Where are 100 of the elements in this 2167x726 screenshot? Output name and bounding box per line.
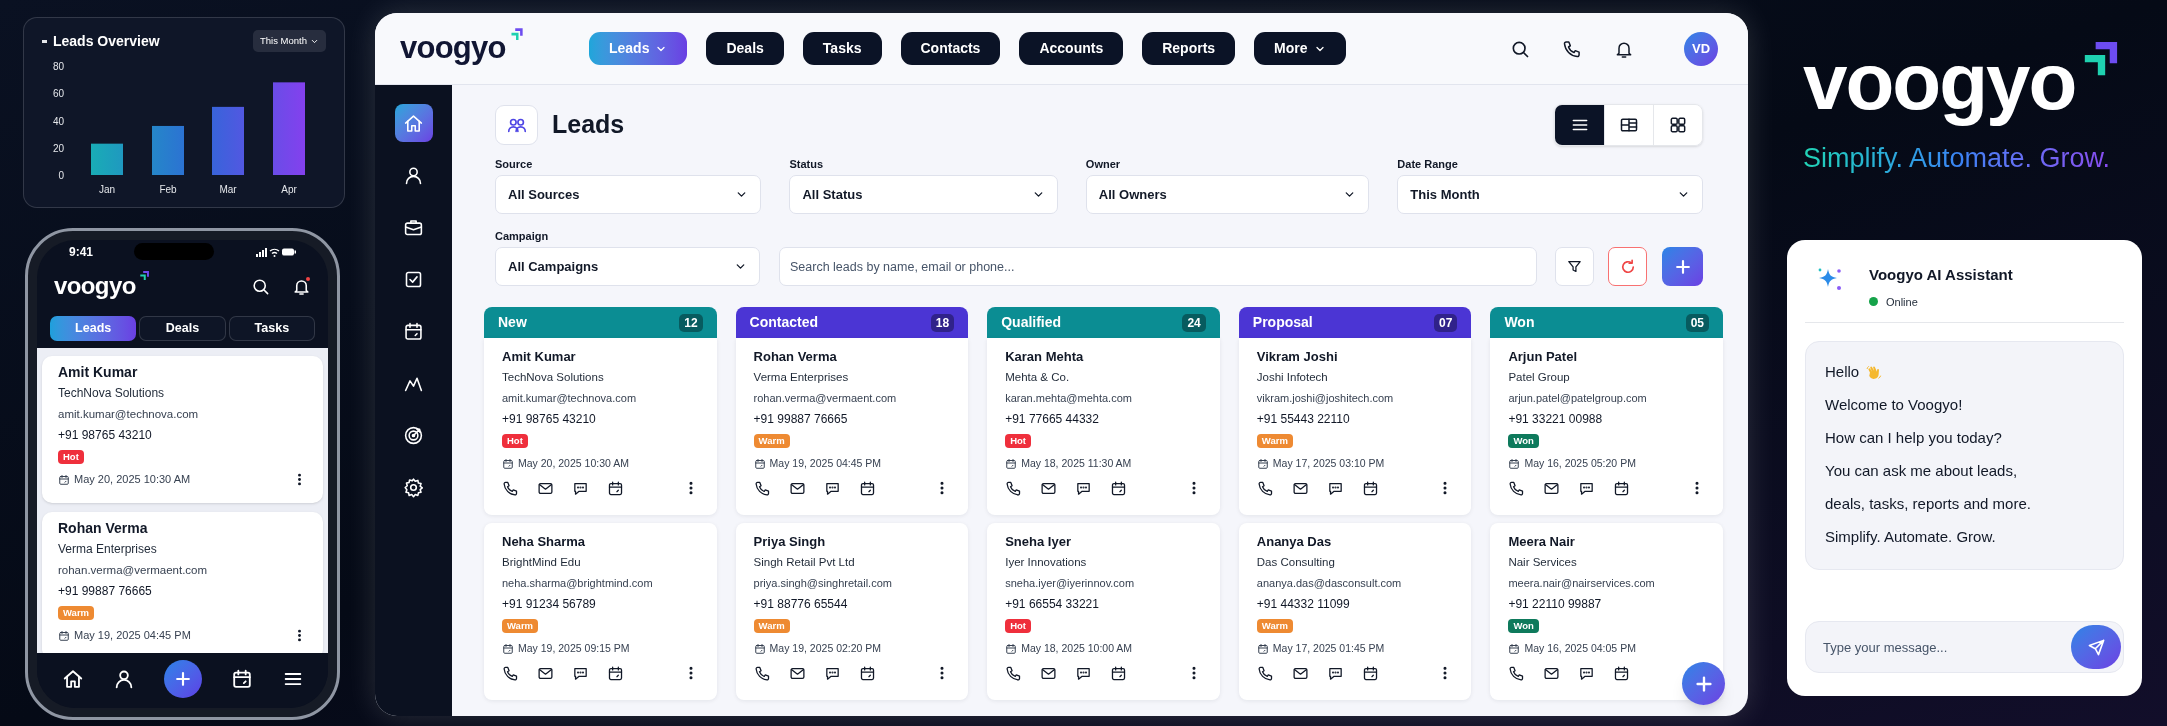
company-name: Nair Services: [1508, 555, 1578, 570]
home-icon[interactable]: [61, 667, 84, 690]
phone-icon[interactable]: [1256, 479, 1274, 497]
phone-icon[interactable]: [753, 479, 771, 497]
nav-tab[interactable]: Reports: [1142, 32, 1236, 65]
company-name: Das Consulting: [1256, 555, 1336, 570]
lead-card[interactable]: Sneha Iyer Iyer Innovations sneha.iyer@iyerinnov.com +91 66554 33221 Hot May 18, 2025 10:00 AM: [987, 523, 1220, 700]
company-name: Patel Group: [1508, 370, 1571, 385]
filter-button[interactable]: [1555, 247, 1594, 286]
tag: Won: [1508, 434, 1539, 448]
calendar-icon[interactable]: [1361, 479, 1379, 497]
view-toggle[interactable]: [1604, 105, 1653, 145]
tab[interactable]: Tasks: [228, 316, 315, 341]
tag: Hot: [502, 434, 528, 448]
lead-name: Meera Nair: [1508, 533, 1576, 551]
tab[interactable]: Deals: [139, 316, 226, 341]
lead-card[interactable]: Priya Singh Singh Retail Pvt Ltd priya.singh@singhretail.com +91 88776 65544 Warm May 19, 2025 02:20 PM: [735, 523, 969, 700]
calendar-icon[interactable]: [1613, 479, 1631, 497]
calendar-icon[interactable]: [1361, 664, 1379, 682]
view-toggle[interactable]: [1555, 105, 1604, 145]
lead-card[interactable]: Rohan Verma Verma Enterprises rohan.verma@vermaent.com +91 99887 76665 Warm May 19, 2025 04:45 PM: [735, 338, 969, 515]
email-text: rohan.verma@vermaent.com: [58, 563, 209, 578]
tag: Hot: [1005, 619, 1031, 633]
field-label: Source: [495, 158, 534, 171]
sidebar-item[interactable]: [394, 104, 433, 142]
company-name: Joshi Infotech: [1256, 370, 1329, 385]
notification-button[interactable]: [292, 276, 311, 296]
lead-card[interactable]: Amit Kumar TechNova Solutions amit.kumar@technova.com +91 98765 43210 Hot May 20, 2025 10:30 AM: [484, 338, 717, 515]
calendar-icon[interactable]: [1110, 664, 1128, 682]
logo-text: voogyo: [1803, 36, 2076, 128]
email-text: meera.nair@nairservices.com: [1508, 576, 1656, 591]
avatar[interactable]: VD: [1684, 31, 1718, 66]
column-title: Qualified: [1001, 313, 1062, 332]
date-text: May 18, 2025 11:30 AM: [1021, 455, 1132, 471]
axis-label: Apr: [281, 184, 297, 196]
lead-card[interactable]: Karan Mehta Mehta & Co. karan.mehta@mehta.com +91 77665 44332 Hot May 18, 2025 11:30 AM: [987, 338, 1220, 515]
phone-icon[interactable]: [502, 664, 519, 682]
waving-hand-icon: [1865, 364, 1883, 381]
phone-icon[interactable]: [502, 479, 519, 497]
refresh-button[interactable]: [1608, 247, 1647, 286]
lead-name: Amit Kumar: [502, 348, 577, 366]
bar: [212, 107, 244, 176]
phone-icon[interactable]: [1508, 664, 1526, 682]
message-text: How can I help you today?: [1825, 428, 2002, 449]
lead-card[interactable]: Vikram Joshi Joshi Infotech vikram.joshi@joshitech.com +91 55443 22110 Warm May 17, 2025 03:10 PM: [1238, 338, 1472, 515]
nav-tab[interactable]: More: [1254, 32, 1346, 65]
select-field[interactable]: All Owners: [1085, 175, 1370, 214]
tick-label: 20: [52, 143, 64, 154]
search-field[interactable]: Search leads by name, email or phone...: [779, 247, 1537, 286]
period-dropdown[interactable]: This Month: [253, 30, 326, 53]
nav-tab[interactable]: Leads: [589, 32, 688, 65]
send-icon: [2086, 637, 2106, 657]
calendar-icon[interactable]: [1110, 479, 1128, 497]
view-toggle[interactable]: [1653, 105, 1702, 145]
date-text: May 17, 2025 01:45 PM: [1272, 640, 1385, 656]
email-text: karan.mehta@mehta.com: [1005, 391, 1133, 406]
lead-card[interactable]: Neha Sharma BrightMind Edu neha.sharma@brightmind.com +91 91234 56789 Warm May 19, 2025 09:15 PM: [484, 523, 717, 700]
company-name: Verma Enterprises: [58, 541, 158, 558]
nav-tab[interactable]: Accounts: [1019, 32, 1124, 65]
lead-card[interactable]: Arjun Patel Patel Group arjun.patel@patelgroup.com +91 33221 00988 Won May 16, 2025 05:20 PM: [1490, 338, 1723, 515]
select-field[interactable]: This Month: [1397, 175, 1703, 214]
calendar-icon: [1256, 642, 1269, 655]
lead-card[interactable]: Ananya Das Das Consulting ananya.das@dasconsult.com +91 44332 11099 Warm May 17, 2025 01:45 PM: [1238, 523, 1472, 700]
tab[interactable]: Leads: [50, 316, 137, 341]
calendar-icon[interactable]: [607, 664, 624, 682]
search-icon[interactable]: [251, 276, 270, 296]
date-text: May 19, 2025 04:45 PM: [769, 455, 882, 471]
nav-tab[interactable]: Tasks: [802, 32, 882, 65]
company-name: BrightMind Edu: [502, 555, 582, 570]
phone-icon[interactable]: [1005, 664, 1023, 682]
calendar-icon: [1005, 642, 1018, 655]
email-text: neha.sharma@brightmind.com: [502, 576, 654, 591]
message-input[interactable]: Type your message...: [1805, 621, 2124, 673]
lead-card[interactable]: Meera Nair Nair Services meera.nair@nairservices.com +91 22110 99887 Won May 16, 2025 04:05 PM: [1490, 523, 1723, 700]
select-field[interactable]: All Campaigns: [495, 247, 760, 286]
tag: Hot: [58, 450, 84, 464]
calendar-icon[interactable]: [230, 667, 253, 690]
nav-tab[interactable]: Contacts: [900, 32, 1001, 65]
phone-icon[interactable]: [1562, 38, 1582, 59]
select-field[interactable]: All Sources: [495, 175, 762, 214]
calendar-icon: [1005, 457, 1018, 470]
phone-icon[interactable]: [1005, 479, 1023, 497]
date-text: May 16, 2025 05:20 PM: [1524, 455, 1636, 471]
calendar-icon[interactable]: [1613, 664, 1631, 682]
message-text: Welcome to Voogyo!: [1825, 395, 1963, 416]
date-text: May 16, 2025 04:05 PM: [1524, 640, 1636, 656]
company-name: TechNova Solutions: [58, 385, 166, 402]
company-name: TechNova Solutions: [502, 370, 605, 385]
add-button[interactable]: [163, 659, 202, 698]
calendar-icon[interactable]: [858, 664, 876, 682]
phone-icon[interactable]: [753, 664, 771, 682]
select-field[interactable]: All Status: [789, 175, 1058, 214]
tag: Warm: [502, 619, 539, 633]
calendar-icon[interactable]: [858, 479, 876, 497]
nav-tab[interactable]: Deals: [706, 32, 784, 65]
phone-icon[interactable]: [1508, 479, 1526, 497]
phone-icon[interactable]: [1256, 664, 1274, 682]
lead-card[interactable]: Rohan Verma Verma Enterprises rohan.verma@vermaent.com +91 99887 76665 Warm May 19, 2025 04:45 PM: [42, 512, 323, 653]
lead-card[interactable]: Amit Kumar TechNova Solutions amit.kumar@technova.com +91 98765 43210 Hot May 20, 2025 10:30 AM: [42, 356, 323, 503]
calendar-icon[interactable]: [607, 479, 624, 497]
